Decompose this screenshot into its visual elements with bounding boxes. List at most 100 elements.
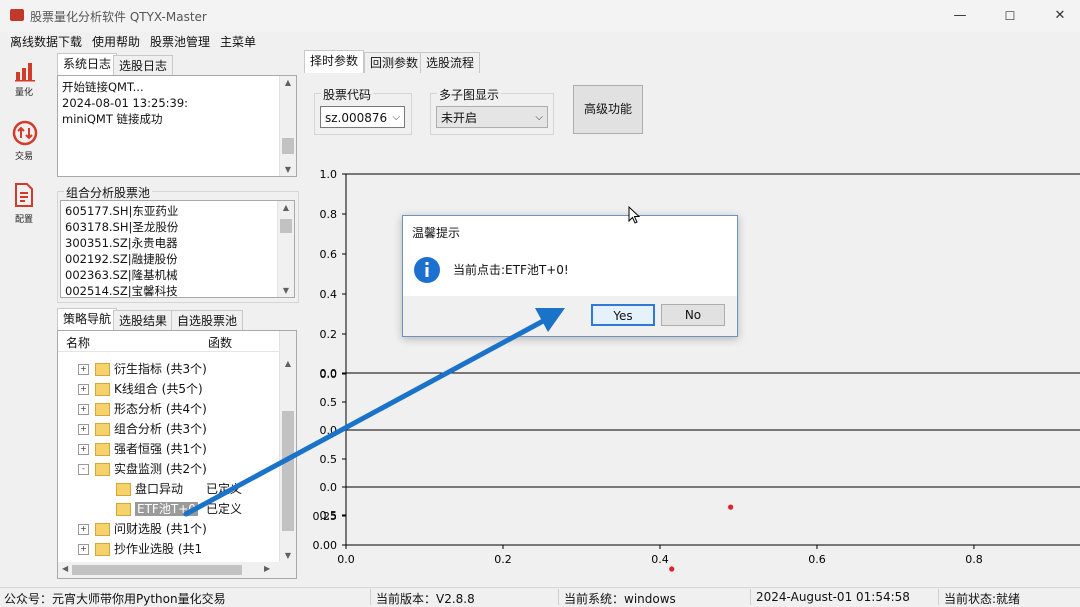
list-item[interactable]: 002363.SZ|隆基机械	[65, 267, 178, 283]
tree-node[interactable]: + K线组合 (共5个)	[78, 379, 203, 399]
list-item[interactable]: 002514.SZ|宝馨科技	[65, 283, 178, 297]
maximize-button[interactable]: ☐	[990, 4, 1030, 28]
scroll-down-icon[interactable]: ▼	[280, 165, 296, 174]
expand-icon[interactable]: +	[78, 424, 89, 435]
rail-config-button[interactable]: 配置	[4, 180, 44, 236]
minimize-button[interactable]: —	[940, 4, 980, 28]
tab-strategy-nav[interactable]: 策略导航	[57, 308, 118, 331]
tab-watchlist[interactable]: 自选股票池	[171, 310, 244, 331]
system-log-panel: 开始链接QMT... 2024-08-01 13:25:39: miniQMT …	[57, 75, 297, 177]
advanced-button[interactable]: 高级功能	[573, 85, 643, 134]
status-state: 当前状态:就绪	[944, 592, 1021, 606]
tree-node[interactable]: ETF池T+0	[98, 499, 198, 519]
y-tick-label: 0.2	[320, 328, 338, 341]
tree-node[interactable]: - 实盘监测 (共2个)	[78, 459, 207, 479]
expand-icon[interactable]: +	[78, 524, 89, 535]
expand-icon[interactable]: +	[78, 384, 89, 395]
rail-config-label: 配置	[14, 215, 33, 225]
list-item[interactable]: 605177.SH|东亚药业	[65, 203, 178, 219]
scroll-up-icon[interactable]: ▲	[280, 359, 296, 368]
log-tab-strip: 系统日志 选股日志	[57, 53, 297, 76]
dialog-title: 温馨提示	[412, 226, 461, 240]
chevron-down-icon[interactable]: ⌵	[392, 107, 400, 129]
scroll-down-icon[interactable]: ▼	[280, 551, 296, 560]
y-tick-label: 0.0	[320, 367, 338, 380]
folder-icon	[95, 523, 110, 536]
message-dialog: 温馨提示 当前点击:ETF池T+0! Yes No	[402, 215, 738, 337]
stock-code-combobox[interactable]: sz.000876 ⌵	[320, 106, 405, 128]
scroll-down-icon[interactable]: ▼	[278, 286, 294, 295]
tab-backtest-params[interactable]: 回测参数	[364, 52, 425, 73]
scroll-up-icon[interactable]: ▲	[278, 203, 294, 212]
status-system: 当前系统：windows	[564, 592, 676, 606]
list-item[interactable]: 002192.SZ|融捷股份	[65, 251, 178, 267]
stock-code-value: sz.000876	[325, 111, 388, 125]
rail-trade-button[interactable]: 交易	[4, 118, 44, 174]
close-button[interactable]: ✕	[1040, 4, 1080, 28]
tree-col-function[interactable]: 函数	[208, 334, 232, 351]
scroll-thumb[interactable]	[282, 411, 294, 531]
tree-hscrollbar[interactable]: ◀ ▶	[58, 562, 296, 578]
tree-node-label: 衍生指标 (共3个)	[114, 362, 207, 376]
folder-icon	[95, 443, 110, 456]
scroll-up-icon[interactable]: ▲	[280, 78, 296, 87]
expand-icon[interactable]: +	[78, 444, 89, 455]
log-scrollbar[interactable]: ▲ ▼	[279, 76, 296, 176]
rail-quant-label: 量化	[14, 88, 33, 98]
tree-col-name[interactable]: 名称	[66, 334, 90, 351]
x-tick-label: 0.2	[494, 553, 512, 566]
folder-icon	[95, 543, 110, 556]
tab-timing-params[interactable]: 择时参数	[304, 50, 365, 73]
y-tick-label: 0.00	[313, 539, 338, 552]
portfolio-list[interactable]: 605177.SH|东亚药业 603178.SH|圣龙股份 300351.SZ|…	[60, 200, 295, 298]
list-item[interactable]: 300351.SZ|永贵电器	[65, 235, 178, 251]
status-wechat: 公众号：元宵大师带你用Python量化交易	[4, 592, 226, 606]
collapse-icon[interactable]: -	[78, 464, 89, 475]
y-tick-label: 1.0	[320, 168, 338, 181]
menu-pool-manage[interactable]: 股票池管理	[150, 33, 210, 50]
tab-selection-result[interactable]: 选股结果	[113, 310, 174, 331]
scroll-thumb[interactable]	[280, 219, 292, 233]
expand-icon[interactable]: +	[78, 364, 89, 375]
menu-main[interactable]: 主菜单	[220, 33, 256, 50]
folder-icon	[95, 403, 110, 416]
strategy-tree: 名称 函数 + 衍生指标 (共3个) + K线组合 (共5个) + 形态分析 (共4个) +…	[57, 330, 297, 579]
chevron-down-icon[interactable]: ⌵	[535, 107, 543, 129]
window-title: 股票量化分析软件 QTYX-Master	[30, 10, 207, 24]
tree-node[interactable]: + 抄作业选股 (共1	[78, 539, 202, 559]
tree-node[interactable]: 盘口异动	[98, 479, 183, 499]
y-tick-label: 0.25	[313, 510, 338, 523]
no-button[interactable]: No	[661, 304, 725, 326]
tab-system-log[interactable]: 系统日志	[57, 53, 118, 76]
tab-selection-flow[interactable]: 选股流程	[420, 52, 481, 73]
folder-icon	[95, 383, 110, 396]
log-line: miniQMT 链接成功	[62, 112, 163, 126]
tab-selection-log[interactable]: 选股日志	[113, 55, 174, 76]
tree-node[interactable]: + 形态分析 (共4个)	[78, 399, 207, 419]
portfolio-scrollbar[interactable]: ▲ ▼	[277, 201, 294, 297]
folder-icon	[95, 463, 110, 476]
multi-chart-combobox[interactable]: 未开启 ⌵	[436, 106, 548, 128]
x-tick-label: 0.8	[965, 553, 983, 566]
tree-node-label: ETF池T+0	[135, 502, 198, 516]
y-tick-label: 0.0	[320, 424, 338, 437]
tree-node[interactable]: + 组合分析 (共3个)	[78, 419, 207, 439]
tree-node[interactable]: + 问财选股 (共1个)	[78, 519, 207, 539]
expand-icon[interactable]: +	[78, 404, 89, 415]
scroll-right-icon[interactable]: ▶	[264, 564, 270, 573]
portfolio-title: 组合分析股票池	[64, 184, 153, 201]
scroll-thumb[interactable]	[72, 565, 242, 575]
tree-header: 名称 函数	[58, 331, 280, 352]
tree-node[interactable]: + 衍生指标 (共3个)	[78, 359, 207, 379]
menu-offline-download[interactable]: 离线数据下载	[10, 33, 82, 50]
expand-icon[interactable]: +	[78, 544, 89, 555]
yes-button[interactable]: Yes	[591, 304, 655, 326]
rail-quant-button[interactable]: 量化	[4, 58, 44, 114]
menu-help[interactable]: 使用帮助	[92, 33, 140, 50]
list-item[interactable]: 603178.SH|圣龙股份	[65, 219, 178, 235]
scroll-thumb[interactable]	[282, 138, 294, 154]
tree-node[interactable]: + 强者恒强 (共1个)	[78, 439, 207, 459]
tree-scrollbar[interactable]: ▲ ▼	[279, 331, 296, 562]
nav-tab-strip: 策略导航 选股结果 自选股票池	[57, 308, 297, 331]
scroll-left-icon[interactable]: ◀	[62, 564, 68, 573]
